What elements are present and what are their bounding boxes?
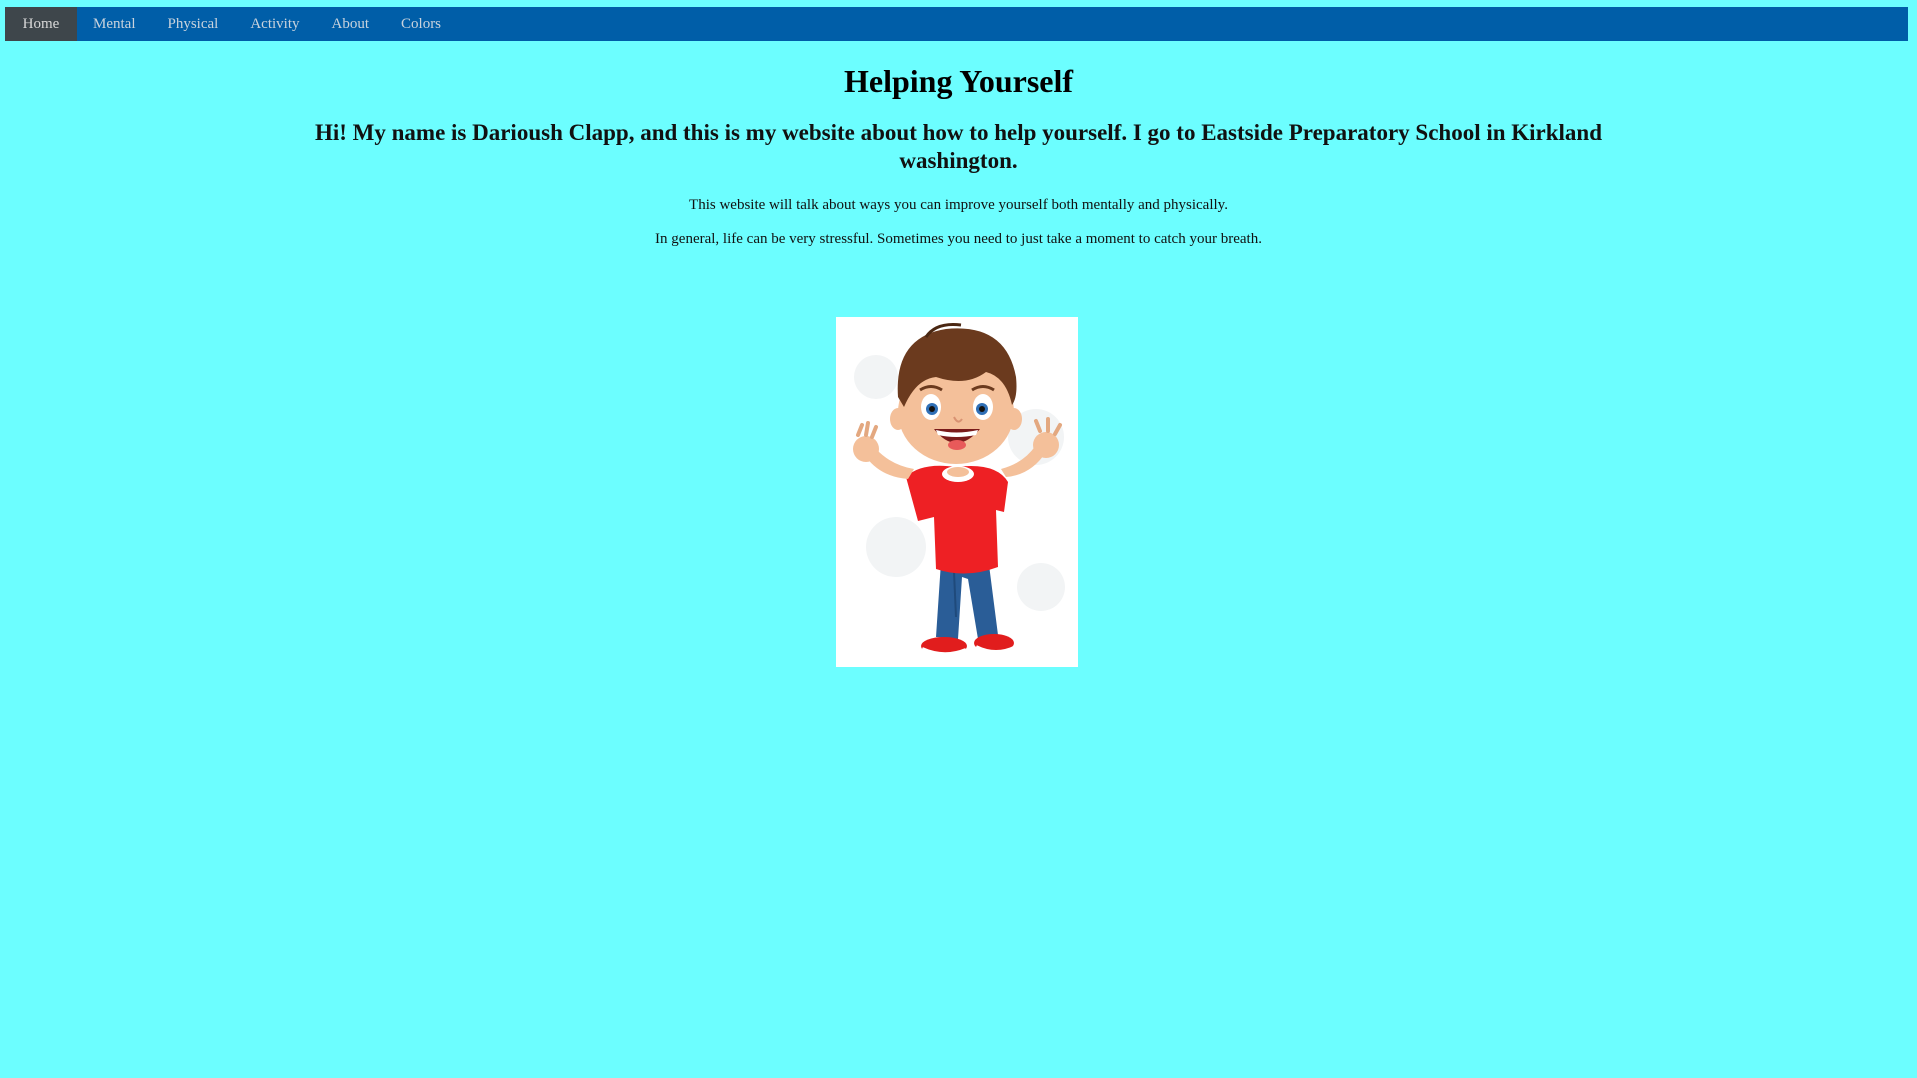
nav-home-link[interactable]: Home <box>5 7 77 41</box>
nav-colors-link[interactable]: Colors <box>385 7 457 41</box>
intro-heading: Hi! My name is Darioush Clapp, and this … <box>314 120 1603 173</box>
top-navbar: Home Mental Physical Activity About Colo… <box>5 7 1908 41</box>
nav-mental-link[interactable]: Mental <box>77 7 152 41</box>
nav-about-link[interactable]: About <box>316 7 386 41</box>
page-title: Helping Yourself <box>843 63 1074 99</box>
nav-activity-link[interactable]: Activity <box>234 7 315 41</box>
cartoon-boy-image <box>836 317 1078 667</box>
nav-physical-link[interactable]: Physical <box>152 7 235 41</box>
stress-paragraph: In general, life can be very stressful. … <box>655 231 1262 247</box>
page: Home Mental Physical Activity About Colo… <box>0 0 1917 1078</box>
intro-paragraph: This website will talk about ways you ca… <box>689 197 1228 213</box>
main-content: Helping Yourself Hi! My name is Darioush… <box>0 41 1917 248</box>
